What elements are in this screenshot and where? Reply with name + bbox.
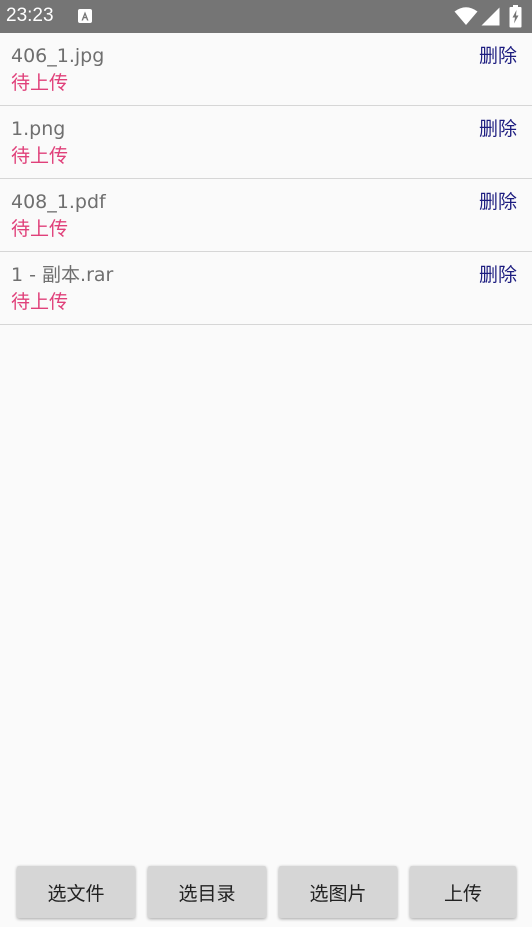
signal-icon xyxy=(481,7,500,30)
delete-button[interactable]: 删除 xyxy=(479,44,517,68)
wifi-icon xyxy=(454,6,478,30)
upload-status: 待上传 xyxy=(11,145,69,167)
file-item: 408_1.pdf 待上传 删除 xyxy=(0,179,532,252)
delete-button[interactable]: 删除 xyxy=(479,190,517,214)
select-file-button[interactable]: 选文件 xyxy=(17,866,135,918)
file-list: 406_1.jpg 待上传 删除 1.png 待上传 删除 408_1.pdf … xyxy=(0,33,532,325)
file-item: 1.png 待上传 删除 xyxy=(0,106,532,179)
upload-status: 待上传 xyxy=(11,72,69,94)
a-icon xyxy=(78,9,92,23)
file-item: 406_1.jpg 待上传 删除 xyxy=(0,33,532,106)
select-directory-button[interactable]: 选目录 xyxy=(148,866,266,918)
upload-status: 待上传 xyxy=(11,291,69,313)
select-image-button[interactable]: 选图片 xyxy=(279,866,397,918)
file-name: 406_1.jpg xyxy=(11,45,105,67)
file-item: 1 - 副本.rar 待上传 删除 xyxy=(0,252,532,325)
status-time: 23:23 xyxy=(6,5,54,26)
delete-button[interactable]: 删除 xyxy=(479,263,517,287)
battery-charging-icon xyxy=(509,5,522,32)
file-name: 408_1.pdf xyxy=(11,191,106,213)
file-name: 1 - 副本.rar xyxy=(11,264,114,286)
delete-button[interactable]: 删除 xyxy=(479,117,517,141)
action-bar: 选文件 选目录 选图片 上传 xyxy=(0,863,532,923)
upload-status: 待上传 xyxy=(11,218,69,240)
upload-button[interactable]: 上传 xyxy=(410,866,516,918)
file-name: 1.png xyxy=(11,118,66,140)
status-bar: 23:23 xyxy=(0,0,532,33)
